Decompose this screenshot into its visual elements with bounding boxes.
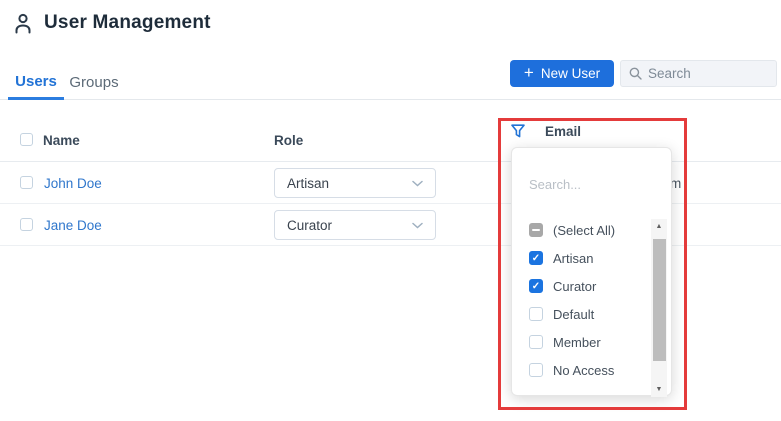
select-all-rows-checkbox[interactable]	[20, 133, 33, 146]
scroll-down-arrow-icon[interactable]: ▼	[651, 382, 667, 397]
filter-option-select-all[interactable]: (Select All)	[512, 216, 651, 244]
tab-groups[interactable]: Groups	[68, 65, 120, 100]
role-select[interactable]: Curator	[274, 210, 436, 240]
filter-option-label: Default	[553, 306, 595, 322]
page-title: User Management	[44, 12, 211, 33]
default-checkbox[interactable]	[529, 307, 543, 321]
filter-option-default[interactable]: Default	[512, 300, 651, 328]
user-management-page: User Management Users Groups + New User …	[0, 0, 781, 421]
no-access-checkbox[interactable]	[529, 363, 543, 377]
filter-option-label: Member	[553, 334, 601, 350]
filter-options-list: (Select All) Artisan Curator Default Mem…	[512, 216, 651, 384]
email-column-header: Email	[511, 124, 581, 139]
filter-option-member[interactable]: Member	[512, 328, 651, 356]
chevron-down-icon	[412, 180, 423, 187]
column-header-name[interactable]: Name	[43, 118, 80, 162]
filter-option-no-access[interactable]: No Access	[512, 356, 651, 384]
role-select-value: Curator	[287, 217, 333, 233]
curator-checkbox[interactable]	[529, 279, 543, 293]
select-all-checkbox[interactable]	[529, 223, 543, 237]
search-icon	[629, 67, 642, 80]
chevron-down-icon	[412, 222, 423, 229]
filter-option-label: Artisan	[553, 250, 594, 266]
user-name-link[interactable]: John Doe	[44, 162, 102, 204]
filter-search-input[interactable]	[529, 172, 649, 196]
filter-option-label: Curator	[553, 278, 597, 294]
filter-option-artisan[interactable]: Artisan	[512, 244, 651, 272]
scroll-up-arrow-icon[interactable]: ▲	[651, 219, 667, 234]
search-box[interactable]	[620, 60, 777, 87]
scrollbar-thumb[interactable]	[652, 239, 666, 361]
search-input[interactable]	[648, 66, 768, 81]
email-filter-popup: (Select All) Artisan Curator Default Mem…	[511, 147, 672, 397]
new-user-button[interactable]: + New User	[510, 60, 614, 87]
new-user-button-label: New User	[540, 66, 601, 81]
row-checkbox[interactable]	[20, 218, 33, 231]
role-select[interactable]: Artisan	[274, 168, 436, 198]
role-select-value: Artisan	[287, 175, 330, 191]
column-header-role[interactable]: Role	[274, 118, 303, 162]
filter-option-label: (Select All)	[553, 222, 616, 238]
artisan-checkbox[interactable]	[529, 251, 543, 265]
member-checkbox[interactable]	[529, 335, 543, 349]
page-header: User Management	[12, 12, 211, 34]
tab-users[interactable]: Users	[8, 65, 64, 100]
scrollbar[interactable]: ▲ ▼	[651, 219, 667, 397]
row-checkbox[interactable]	[20, 176, 33, 189]
person-icon	[12, 12, 34, 34]
filter-option-label: No Access	[553, 362, 615, 378]
filter-funnel-icon[interactable]	[511, 124, 525, 139]
plus-icon: +	[523, 63, 534, 82]
filter-option-curator[interactable]: Curator	[512, 272, 651, 300]
column-header-email[interactable]: Email	[545, 124, 581, 139]
user-name-link[interactable]: Jane Doe	[44, 204, 102, 246]
